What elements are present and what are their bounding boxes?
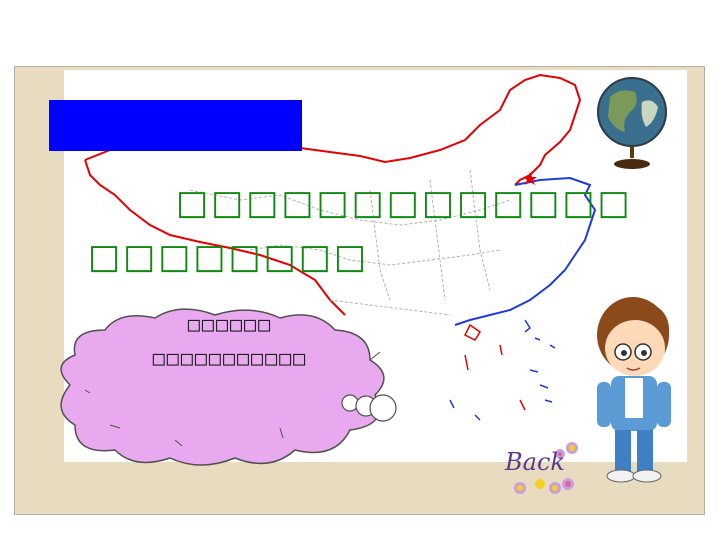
body-text-line-2: □□□□□□□□ [88, 237, 369, 277]
bubble-text-line-1: □□□□□□ [187, 312, 273, 336]
back-button[interactable]: Back [500, 438, 595, 503]
heading-box [49, 100, 302, 151]
bubble-text-line-2: □□□□□□□□□□□ [152, 346, 308, 370]
cartoon-boy [597, 297, 671, 483]
back-label: Back [505, 448, 565, 476]
globe-icon [597, 77, 667, 169]
body-text-line-1: □□□□□□□□□□□□□ [176, 183, 633, 223]
